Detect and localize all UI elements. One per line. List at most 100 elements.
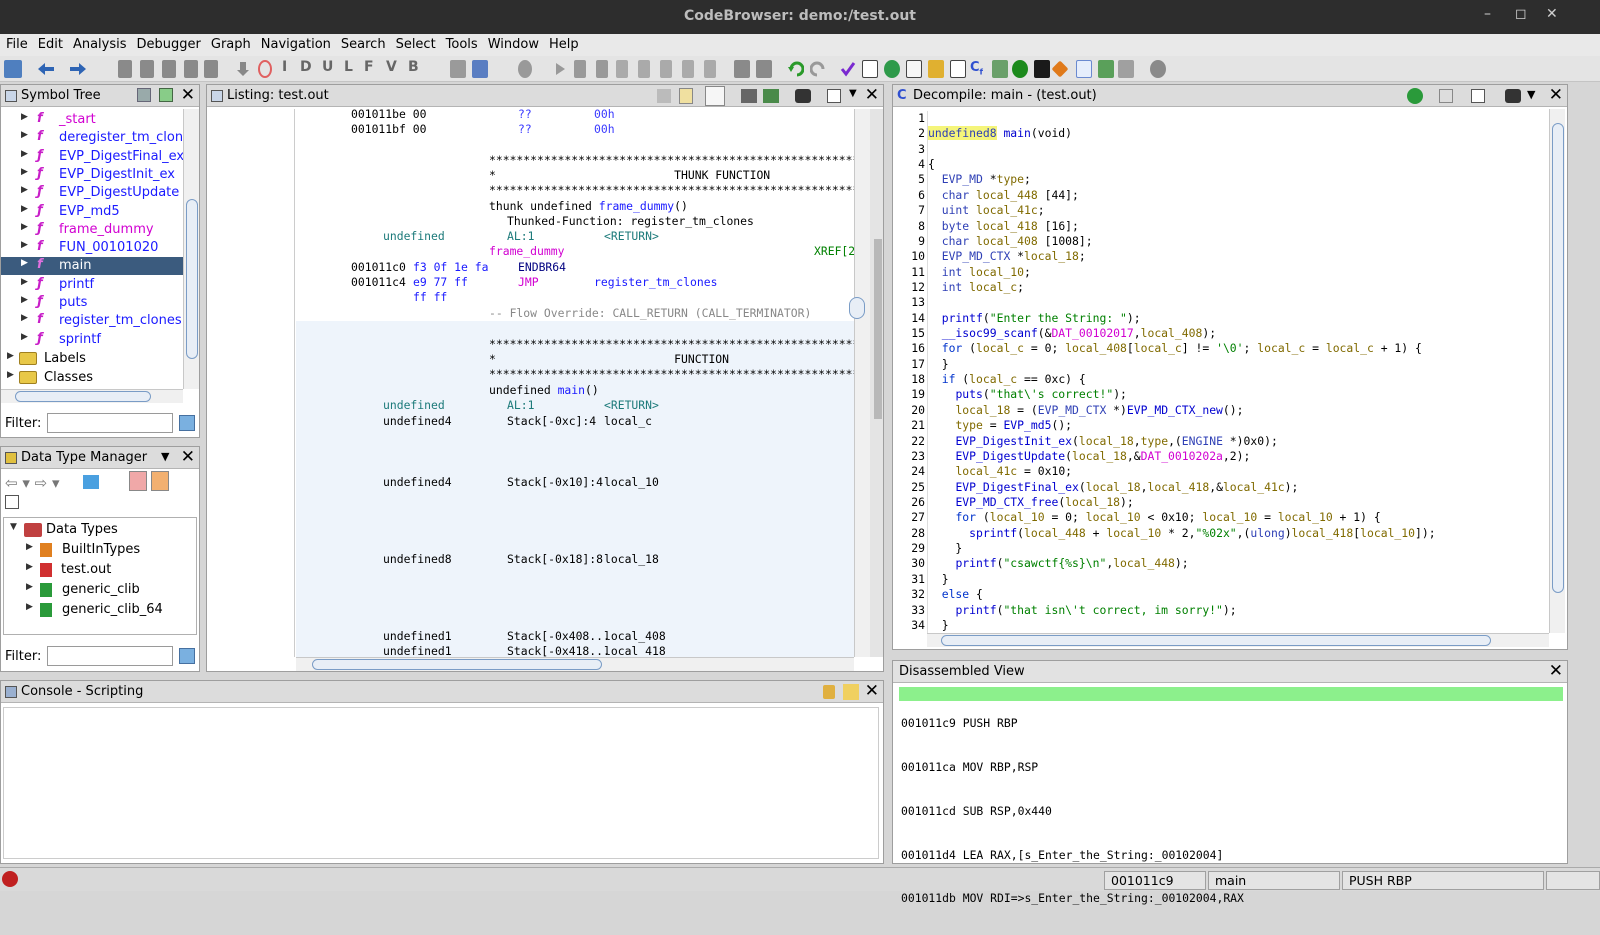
- paste-icon[interactable]: [679, 88, 693, 104]
- label-letter-icon[interactable]: L: [344, 59, 353, 75]
- byte-letter-icon[interactable]: B: [408, 59, 419, 75]
- expanded-arrow-icon[interactable]: ▼: [10, 522, 17, 532]
- code-line[interactable]: printf("csawctf{%s}\n",local_448);: [928, 556, 1547, 571]
- function-letter-icon[interactable]: F: [364, 59, 374, 75]
- memory-map-icon[interactable]: [950, 60, 966, 78]
- instruction-line[interactable]: 001011db MOV RDI=>s_Enter_the_String:_00…: [901, 891, 1244, 906]
- close-icon[interactable]: ✕: [181, 85, 195, 105]
- step-last-icon[interactable]: [704, 60, 716, 78]
- code-line[interactable]: for (local_c = 0; local_408[local_c] != …: [928, 341, 1547, 356]
- collapsed-arrow-icon[interactable]: ▶: [21, 277, 28, 287]
- code-line[interactable]: [928, 142, 1547, 157]
- tree-row-data-types[interactable]: ▼ Data Types: [4, 521, 194, 539]
- step-over-icon[interactable]: [638, 60, 650, 78]
- listing-vscroll[interactable]: [849, 109, 870, 657]
- bookmark-icon[interactable]: [118, 60, 132, 78]
- symbol-tree-item[interactable]: ▶ ƒ sprintf: [1, 331, 183, 349]
- collapsed-arrow-icon[interactable]: ▶: [26, 562, 33, 572]
- collapsed-arrow-icon[interactable]: ▶: [21, 185, 28, 195]
- code-line[interactable]: EVP_DigestFinal_ex(local_18,local_418,&l…: [928, 480, 1547, 495]
- snapshot-icon[interactable]: [1505, 89, 1521, 103]
- dropdown-icon[interactable]: ▼: [161, 450, 169, 463]
- var-name[interactable]: local_10: [604, 475, 659, 489]
- menu-search[interactable]: Search: [335, 34, 390, 52]
- console-output[interactable]: [3, 707, 879, 859]
- code-line[interactable]: local_41c = 0x10;: [928, 464, 1547, 479]
- close-icon[interactable]: ✕: [865, 85, 879, 105]
- code-line[interactable]: char local_408 [1008];: [928, 234, 1547, 249]
- menu-graph[interactable]: Graph: [205, 34, 255, 52]
- instruction-line[interactable]: 001011c9 PUSH RBP: [901, 716, 1244, 731]
- tree-row-generic-clib-64[interactable]: ▶ generic_clib_64: [4, 601, 194, 619]
- instruction-line[interactable]: 001011cd SUB RSP,0x440: [901, 804, 1244, 819]
- decompile-hscroll[interactable]: [927, 633, 1549, 647]
- dtm-back-icon[interactable]: ⇦ ▾ ⇨ ▾: [5, 474, 60, 492]
- cut-icon[interactable]: [734, 60, 750, 78]
- decompiler-icon[interactable]: Cf: [970, 60, 988, 78]
- record-icon[interactable]: [518, 60, 532, 78]
- redo-icon[interactable]: [809, 60, 826, 78]
- code-line[interactable]: for (local_10 = 0; local_10 < 0x10; loca…: [928, 510, 1547, 525]
- collapsed-arrow-icon[interactable]: ▶: [21, 130, 28, 140]
- code-line[interactable]: }: [928, 572, 1547, 587]
- terminal-icon[interactable]: [1034, 60, 1050, 78]
- symbol-tree-vscroll[interactable]: [183, 109, 199, 389]
- close-icon[interactable]: ✕: [865, 681, 879, 701]
- address[interactable]: 001011bf 00: [351, 122, 426, 136]
- scroll-thumb[interactable]: [941, 635, 1491, 646]
- instruction-line[interactable]: 001011ca MOV RBP,RSP: [901, 760, 1244, 775]
- var-name[interactable]: local_418: [604, 644, 666, 657]
- data-letter-icon[interactable]: D: [300, 59, 312, 75]
- back-arrow-icon[interactable]: [36, 60, 56, 78]
- filter-options-icon[interactable]: [179, 648, 195, 664]
- scroll-thumb[interactable]: [312, 659, 602, 670]
- dtm-filter-input[interactable]: [47, 646, 173, 666]
- settings-icon[interactable]: [1150, 60, 1166, 78]
- symbol-tree-item[interactable]: ▶ ƒ EVP_DigestFinal_ex: [1, 148, 183, 166]
- forward-arrow-icon[interactable]: [68, 60, 88, 78]
- decompiled-code[interactable]: undefined8 main(void){ EVP_MD *type; cha…: [927, 111, 1547, 633]
- close-icon[interactable]: ✕: [181, 447, 195, 467]
- code-line[interactable]: EVP_DigestUpdate(local_18,&DAT_0010202a,…: [928, 449, 1547, 464]
- code-line[interactable]: sprintf(local_448 + local_10 * 2,"%02x",…: [928, 526, 1547, 541]
- xref[interactable]: XREF[2: [814, 244, 854, 258]
- symbol-tree-item[interactable]: ▶ ƒ EVP_DigestUpdate: [1, 184, 183, 202]
- code-line[interactable]: char local_448 [44];: [928, 188, 1547, 203]
- listing-hscroll[interactable]: [296, 657, 854, 671]
- collapsed-arrow-icon[interactable]: ▶: [21, 149, 28, 159]
- close-icon[interactable]: ✕: [1549, 661, 1563, 681]
- menu-help[interactable]: Help: [543, 34, 583, 52]
- table-icon[interactable]: [1076, 60, 1092, 78]
- symbol-tree-folder[interactable]: ▶ Classes: [1, 369, 183, 387]
- code-line[interactable]: {: [928, 157, 1547, 172]
- tree-row-test-out[interactable]: ▶ test.out: [4, 561, 194, 579]
- decompile-vscroll[interactable]: [1549, 109, 1565, 633]
- menu-window[interactable]: Window: [482, 34, 543, 52]
- dtm-filter2-icon[interactable]: [151, 471, 169, 491]
- var-name[interactable]: local_18: [604, 552, 659, 566]
- value-letter-icon[interactable]: V: [386, 59, 397, 75]
- data-type-icon[interactable]: [928, 60, 944, 78]
- collapsed-arrow-icon[interactable]: ▶: [7, 351, 14, 361]
- code-line[interactable]: printf("that isn\'t correct, im sorry!")…: [928, 603, 1547, 618]
- collapsed-arrow-icon[interactable]: ▶: [21, 313, 28, 323]
- scroll-thumb[interactable]: [1552, 123, 1564, 593]
- step-back-icon[interactable]: [682, 60, 694, 78]
- code-line[interactable]: }: [928, 541, 1547, 556]
- collapsed-arrow-icon[interactable]: ▶: [21, 295, 28, 305]
- dropdown-icon[interactable]: ▼: [849, 88, 857, 99]
- var-name[interactable]: local_c: [604, 414, 652, 428]
- collapsed-arrow-icon[interactable]: ▶: [7, 370, 14, 380]
- menu-navigation[interactable]: Navigation: [255, 34, 335, 52]
- symbol-filter-input[interactable]: [47, 413, 173, 433]
- field-editor-icon[interactable]: [741, 89, 757, 103]
- label-frame-dummy[interactable]: frame_dummy: [489, 244, 564, 258]
- undo-icon[interactable]: [788, 60, 805, 78]
- stop-icon[interactable]: [596, 60, 608, 78]
- snapshot-icon[interactable]: [795, 89, 811, 103]
- scroll-thumb[interactable]: [849, 297, 865, 319]
- checkmark-icon[interactable]: [840, 60, 856, 78]
- collapsed-arrow-icon[interactable]: ▶: [26, 582, 33, 592]
- collapsed-arrow-icon[interactable]: ▶: [21, 167, 28, 177]
- symbol-tree-item[interactable]: ▶ ƒ EVP_DigestInit_ex: [1, 166, 183, 184]
